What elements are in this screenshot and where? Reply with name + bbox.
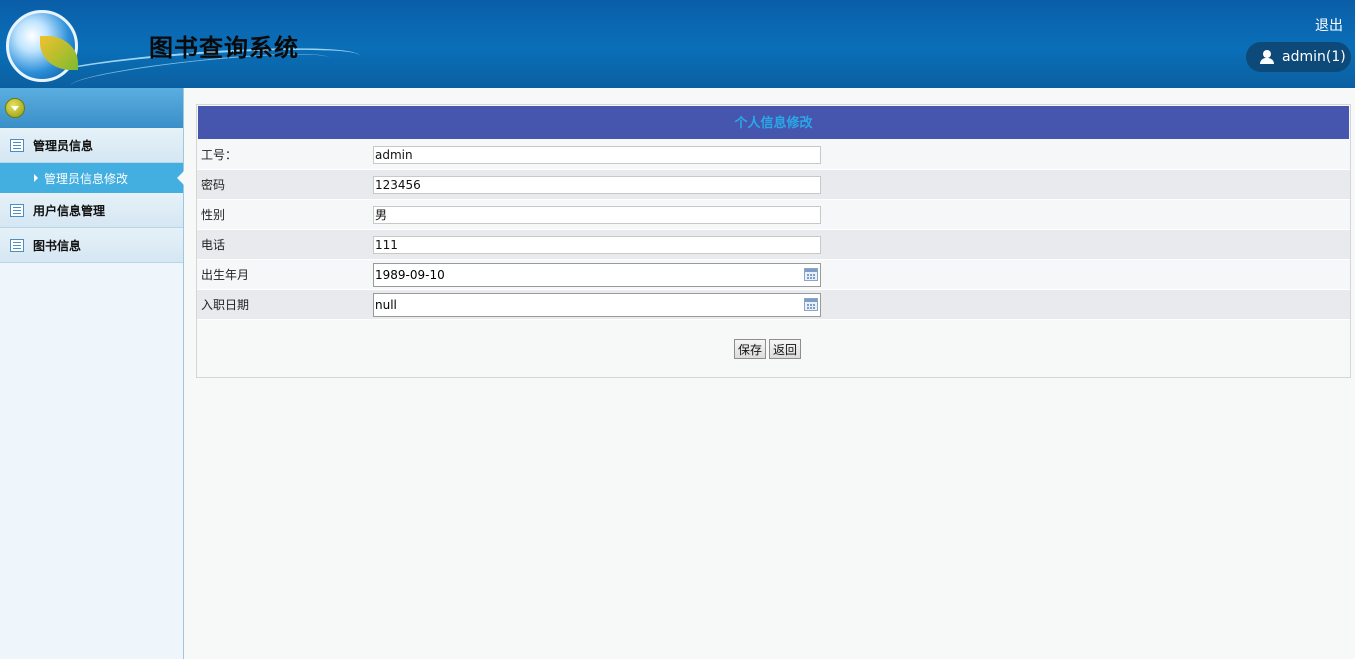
sidebar-item-label: 图书信息 xyxy=(33,238,82,253)
form-row-hire-date: 入职日期 xyxy=(197,290,1350,320)
sidebar-header xyxy=(0,88,183,128)
sidebar-item-book-info[interactable]: 图书信息 xyxy=(0,228,183,263)
sidebar-item-admin-info[interactable]: 管理员信息 xyxy=(0,128,183,163)
list-icon xyxy=(10,138,24,152)
profile-edit-panel: 个人信息修改 工号： 密码 性别 电话 出生年月 入职日期 保存 返回 xyxy=(196,104,1351,378)
user-icon xyxy=(1260,50,1274,64)
field-label: 出生年月 xyxy=(201,268,250,282)
phone-input[interactable] xyxy=(373,235,821,254)
collapse-toggle-icon[interactable] xyxy=(5,98,25,118)
caret-right-icon xyxy=(34,174,38,182)
calendar-icon[interactable] xyxy=(804,297,818,311)
sidebar-item-user-management[interactable]: 用户信息管理 xyxy=(0,193,183,228)
active-indicator-icon xyxy=(177,171,184,185)
birth-date-picker xyxy=(373,262,821,287)
sidebar-subitem-label: 管理员信息修改 xyxy=(44,171,129,186)
current-user-label: admin(1) xyxy=(1282,49,1346,65)
form-actions: 保存 返回 xyxy=(734,339,802,359)
back-button[interactable]: 返回 xyxy=(769,339,802,359)
sidebar: 管理员信息 管理员信息修改 用户信息管理 图书信息 xyxy=(0,88,184,659)
hire-date-picker xyxy=(373,292,821,317)
field-label: 入职日期 xyxy=(201,298,250,312)
app-header: 图书查询系统 退出 admin(1) xyxy=(0,0,1355,88)
field-label: 电话 xyxy=(201,238,226,252)
logout-link[interactable]: 退出 xyxy=(1315,15,1343,35)
current-user-badge[interactable]: admin(1) xyxy=(1246,42,1351,72)
gender-input[interactable] xyxy=(373,205,821,224)
form-row-gender: 性别 xyxy=(197,200,1350,230)
panel-title: 个人信息修改 xyxy=(198,106,1349,139)
form-row-birth-date: 出生年月 xyxy=(197,260,1350,290)
form-row-phone: 电话 xyxy=(197,230,1350,260)
form-row-password: 密码 xyxy=(197,170,1350,200)
app-title: 图书查询系统 xyxy=(149,33,299,62)
sidebar-item-label: 管理员信息 xyxy=(33,138,94,153)
form-row-employee-id: 工号： xyxy=(197,140,1350,170)
password-input[interactable] xyxy=(373,175,821,194)
birth-date-input[interactable] xyxy=(374,263,794,286)
field-label: 工号： xyxy=(201,148,238,162)
sidebar-item-label: 用户信息管理 xyxy=(33,203,106,218)
calendar-icon[interactable] xyxy=(804,267,818,281)
list-icon xyxy=(10,238,24,252)
employee-id-input[interactable] xyxy=(373,145,821,164)
hire-date-input[interactable] xyxy=(374,293,794,316)
field-label: 密码 xyxy=(201,178,226,192)
sidebar-subitem-admin-info-edit[interactable]: 管理员信息修改 xyxy=(0,163,184,193)
save-button[interactable]: 保存 xyxy=(734,339,767,359)
field-label: 性别 xyxy=(201,208,226,222)
list-icon xyxy=(10,203,24,217)
